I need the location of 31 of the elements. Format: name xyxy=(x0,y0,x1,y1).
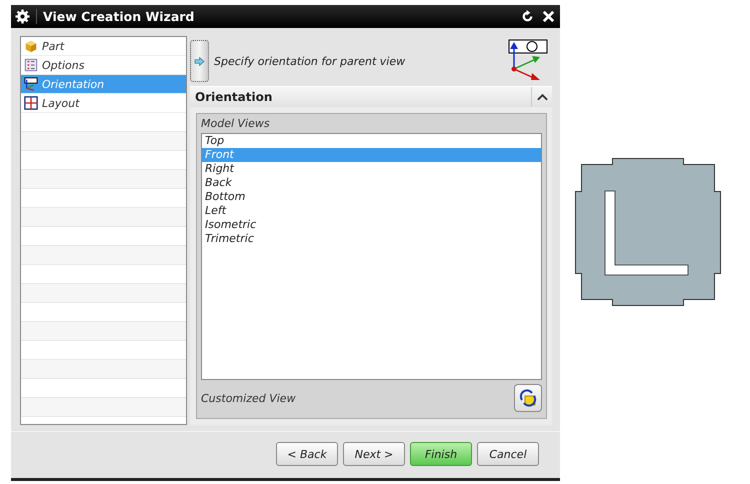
view-item[interactable]: Isometric xyxy=(202,218,541,232)
arrow-icon xyxy=(194,56,205,66)
section-title: Orientation xyxy=(194,90,272,104)
view-item[interactable]: Back xyxy=(202,176,541,190)
dialog-button[interactable]: Next > xyxy=(343,442,405,466)
checklist-icon xyxy=(24,58,38,72)
cube-icon xyxy=(24,39,38,53)
gear-icon[interactable] xyxy=(15,9,30,24)
view-item[interactable]: Top xyxy=(202,134,541,148)
window-title: View Creation Wizard xyxy=(36,9,194,24)
close-icon[interactable] xyxy=(541,9,556,24)
axes-icon xyxy=(24,77,38,91)
coordinate-axes-icon xyxy=(508,39,548,83)
view-item[interactable]: Left xyxy=(202,204,541,218)
rotate-view-button[interactable] xyxy=(514,384,542,412)
customized-view-label: Customized View xyxy=(201,392,296,404)
dialog-button[interactable]: Finish xyxy=(410,442,472,466)
reset-icon[interactable] xyxy=(520,9,535,24)
collapse-icon[interactable] xyxy=(536,93,548,101)
arrow-button[interactable] xyxy=(190,40,209,82)
dialog-button[interactable]: Cancel xyxy=(477,442,539,466)
dialog-button[interactable]: < Back xyxy=(276,442,338,466)
prompt-text: Specify orientation for parent view xyxy=(214,54,406,68)
step-item[interactable]: Layout xyxy=(21,94,186,113)
view-item[interactable]: Bottom xyxy=(202,190,541,204)
grid-icon xyxy=(24,96,38,110)
view-item[interactable]: Right xyxy=(202,162,541,176)
group-label: Model Views xyxy=(201,117,271,130)
section-header[interactable]: Orientation xyxy=(190,86,552,107)
view-item[interactable]: Trimetric xyxy=(202,232,541,246)
step-item[interactable]: Part xyxy=(21,37,186,56)
